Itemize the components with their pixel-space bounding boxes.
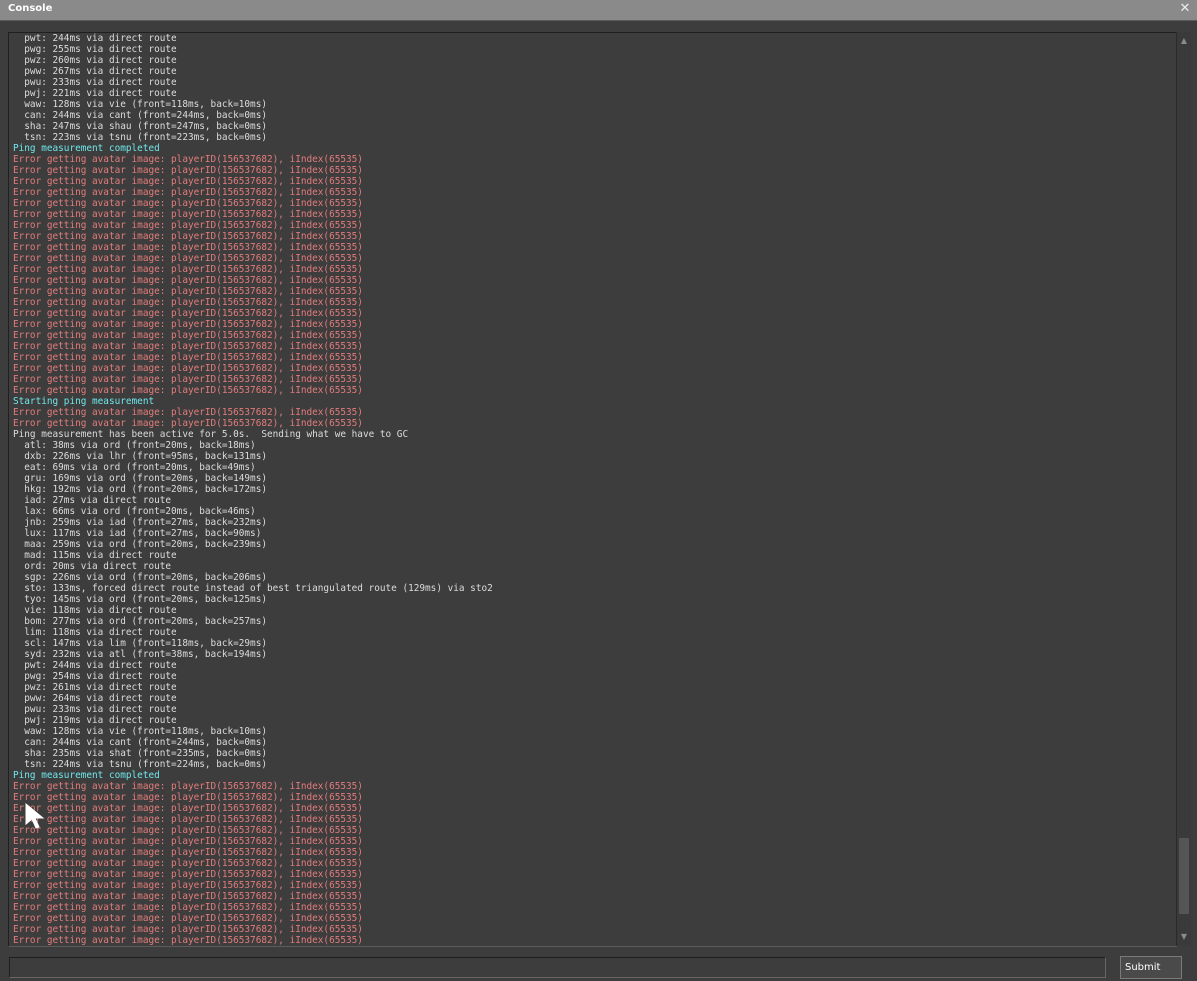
log-line: pwz: 260ms via direct route [13, 55, 177, 66]
log-line: sha: 247ms via shau (front=247ms, back=0… [13, 121, 267, 132]
log-line-info: Ping measurement completed [13, 770, 160, 781]
log-line-error: Error getting avatar image: playerID(156… [13, 902, 363, 913]
log-line: pwg: 254ms via direct route [13, 671, 177, 682]
log-line-error: Error getting avatar image: playerID(156… [13, 869, 363, 880]
log-line: pwu: 233ms via direct route [13, 704, 177, 715]
log-line: bom: 277ms via ord (front=20ms, back=257… [13, 616, 267, 627]
log-line: eat: 69ms via ord (front=20ms, back=49ms… [13, 462, 256, 473]
log-line: waw: 128ms via vie (front=118ms, back=10… [13, 99, 267, 110]
log-line-error: Error getting avatar image: playerID(156… [13, 891, 363, 902]
log-line: lax: 66ms via ord (front=20ms, back=46ms… [13, 506, 256, 517]
log-line-error: Error getting avatar image: playerID(156… [13, 836, 363, 847]
log-line-info: Starting ping measurement [13, 396, 155, 407]
log-line-error: Error getting avatar image: playerID(156… [13, 308, 363, 319]
log-line-error: Error getting avatar image: playerID(156… [13, 286, 363, 297]
log-line-error: Error getting avatar image: playerID(156… [13, 880, 363, 891]
log-line-error: Error getting avatar image: playerID(156… [13, 341, 363, 352]
title-bar[interactable]: Console ✕ [0, 0, 1197, 21]
log-line: can: 244ms via cant (front=244ms, back=0… [13, 110, 267, 121]
log-line: lim: 118ms via direct route [13, 627, 177, 638]
log-line-error: Error getting avatar image: playerID(156… [13, 803, 363, 814]
log-line: maa: 259ms via ord (front=20ms, back=239… [13, 539, 267, 550]
log-line-error: Error getting avatar image: playerID(156… [13, 319, 363, 330]
log-line-error: Error getting avatar image: playerID(156… [13, 220, 363, 231]
log-line: scl: 147ms via lim (front=118ms, back=29… [13, 638, 267, 649]
log-line: tsn: 223ms via tsnu (front=223ms, back=0… [13, 132, 267, 143]
log-line: pww: 264ms via direct route [13, 693, 177, 704]
log-line: pwj: 219ms via direct route [13, 715, 177, 726]
log-line: gru: 169ms via ord (front=20ms, back=149… [13, 473, 267, 484]
log-line: sto: 133ms, forced direct route instead … [13, 583, 493, 594]
log-line-error: Error getting avatar image: playerID(156… [13, 187, 363, 198]
log-line: pwg: 255ms via direct route [13, 44, 177, 55]
log-line-error: Error getting avatar image: playerID(156… [13, 176, 363, 187]
log-line: vie: 118ms via direct route [13, 605, 177, 616]
window-title: Console [8, 3, 53, 14]
log-line: can: 244ms via cant (front=244ms, back=0… [13, 737, 267, 748]
command-input[interactable] [9, 957, 1106, 978]
log-line-error: Error getting avatar image: playerID(156… [13, 924, 363, 935]
log-line-error: Error getting avatar image: playerID(156… [13, 374, 363, 385]
log-line-error: Error getting avatar image: playerID(156… [13, 253, 363, 264]
log-line: pwz: 261ms via direct route [13, 682, 177, 693]
log-line: hkg: 192ms via ord (front=20ms, back=172… [13, 484, 267, 495]
log-line-error: Error getting avatar image: playerID(156… [13, 242, 363, 253]
log-line-error: Error getting avatar image: playerID(156… [13, 858, 363, 869]
close-icon[interactable]: ✕ [1177, 1, 1193, 17]
console-output[interactable]: pwt: 244ms via direct route pwg: 255ms v… [8, 32, 1177, 947]
log-line: syd: 232ms via atl (front=38ms, back=194… [13, 649, 267, 660]
vertical-scrollbar[interactable]: ▲ ▼ [1176, 32, 1191, 946]
log-line: jnb: 259ms via iad (front=27ms, back=232… [13, 517, 267, 528]
log-line: pwu: 233ms via direct route [13, 77, 177, 88]
log-line: pwj: 221ms via direct route [13, 88, 177, 99]
log-line-error: Error getting avatar image: playerID(156… [13, 275, 363, 286]
submit-button[interactable]: Submit [1120, 956, 1182, 979]
log-line: Ping measurement has been active for 5.0… [13, 429, 409, 440]
log-line-error: Error getting avatar image: playerID(156… [13, 198, 363, 209]
log-line-error: Error getting avatar image: playerID(156… [13, 209, 363, 220]
log-line-error: Error getting avatar image: playerID(156… [13, 231, 363, 242]
log-line: sha: 235ms via shat (front=235ms, back=0… [13, 748, 267, 759]
log-line: atl: 38ms via ord (front=20ms, back=18ms… [13, 440, 256, 451]
log-line: mad: 115ms via direct route [13, 550, 177, 561]
log-line-error: Error getting avatar image: playerID(156… [13, 385, 363, 396]
log-line-error: Error getting avatar image: playerID(156… [13, 330, 363, 341]
log-line-error: Error getting avatar image: playerID(156… [13, 363, 363, 374]
log-line: pww: 267ms via direct route [13, 66, 177, 77]
log-line-error: Error getting avatar image: playerID(156… [13, 165, 363, 176]
console-window: Console ✕ pwt: 244ms via direct route pw… [0, 0, 1197, 981]
log-line: pwt: 244ms via direct route [13, 660, 177, 671]
log-line: pwt: 244ms via direct route [13, 33, 177, 44]
log-line: iad: 27ms via direct route [13, 495, 172, 506]
log-line-info: Ping measurement completed [13, 143, 160, 154]
log-line: waw: 128ms via vie (front=118ms, back=10… [13, 726, 267, 737]
log-line: dxb: 226ms via lhr (front=95ms, back=131… [13, 451, 267, 462]
log-line-error: Error getting avatar image: playerID(156… [13, 418, 363, 429]
log-line-error: Error getting avatar image: playerID(156… [13, 264, 363, 275]
log-line: tsn: 224ms via tsnu (front=224ms, back=0… [13, 759, 267, 770]
log-line-error: Error getting avatar image: playerID(156… [13, 781, 363, 792]
scrollbar-thumb[interactable] [1179, 837, 1189, 914]
log-line-error: Error getting avatar image: playerID(156… [13, 825, 363, 836]
log-line-error: Error getting avatar image: playerID(156… [13, 913, 363, 924]
scroll-down-icon[interactable]: ▼ [1177, 930, 1191, 944]
log-line-error: Error getting avatar image: playerID(156… [13, 407, 363, 418]
scroll-up-icon[interactable]: ▲ [1177, 34, 1191, 48]
log-line-error: Error getting avatar image: playerID(156… [13, 935, 363, 946]
log-line-error: Error getting avatar image: playerID(156… [13, 792, 363, 803]
log-line: tyo: 145ms via ord (front=20ms, back=125… [13, 594, 267, 605]
console-log: pwt: 244ms via direct route pwg: 255ms v… [13, 33, 1177, 946]
log-line: sgp: 226ms via ord (front=20ms, back=206… [13, 572, 267, 583]
log-line-error: Error getting avatar image: playerID(156… [13, 154, 363, 165]
log-line-error: Error getting avatar image: playerID(156… [13, 814, 363, 825]
log-line-error: Error getting avatar image: playerID(156… [13, 847, 363, 858]
log-line: lux: 117ms via iad (front=27ms, back=90m… [13, 528, 262, 539]
log-line: ord: 20ms via direct route [13, 561, 172, 572]
log-line-error: Error getting avatar image: playerID(156… [13, 297, 363, 308]
log-line-error: Error getting avatar image: playerID(156… [13, 352, 363, 363]
